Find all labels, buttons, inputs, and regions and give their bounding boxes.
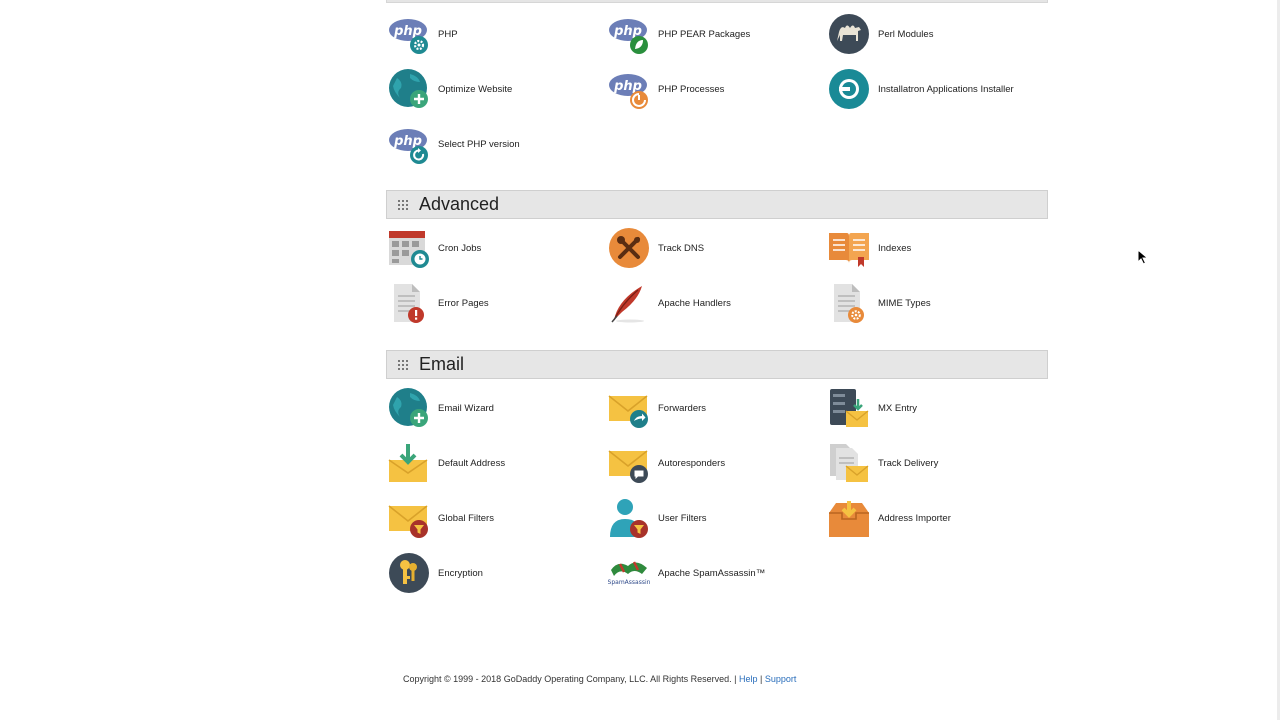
spamassassin-logo-icon: SpamAssassin [608,552,650,594]
support-link[interactable]: Support [765,674,797,684]
mouse-cursor-icon [1137,249,1149,265]
tool-label: MX Entry [878,402,918,414]
tool-label: Perl Modules [878,28,934,40]
envelope-filter-icon [388,497,430,539]
tool-apache-spamassassin[interactable]: SpamAssassin Apache SpamAssassin™ [608,551,765,595]
installatron-icon [828,68,870,110]
tool-label: Global Filters [438,512,494,524]
tool-email-wizard[interactable]: Email Wizard [388,386,494,430]
document-error-icon [388,282,430,324]
tool-installatron[interactable]: Installatron Applications Installer [828,67,1014,111]
tool-label: Autoresponders [658,457,726,469]
tool-label: Track DNS [658,242,705,254]
tool-label: PHP [438,28,458,40]
tool-label: Optimize Website [438,83,513,95]
book-icon [828,227,870,269]
tool-label: Apache SpamAssassin™ [658,567,766,579]
section-title: Advanced [419,194,500,214]
software-section-bottom-edge [386,0,1048,3]
section-header-advanced[interactable]: Advanced [386,190,1048,219]
tool-label: Error Pages [438,297,489,309]
tool-select-php-version[interactable]: php Select PHP version [388,122,520,166]
documents-envelope-icon [828,442,870,484]
user-filter-icon [608,497,650,539]
tool-track-delivery[interactable]: Track Delivery [828,441,938,485]
tool-label: Email Wizard [438,402,494,414]
tool-label: User Filters [658,512,707,524]
tool-error-pages[interactable]: Error Pages [388,281,489,325]
tool-label: Installatron Applications Installer [878,83,1014,95]
tool-address-importer[interactable]: Address Importer [828,496,951,540]
tool-label: Indexes [878,242,912,254]
footer-separator: | [734,674,737,684]
server-envelope-icon [828,387,870,429]
camel-icon [828,13,870,55]
tool-label: Address Importer [878,512,951,524]
tool-mime-types[interactable]: MIME Types [828,281,931,325]
drag-handle-icon[interactable] [397,199,409,211]
calendar-clock-icon [388,227,430,269]
globe-plus-icon [388,68,430,110]
tools-icon [608,227,650,269]
tool-label: MIME Types [878,297,931,309]
globe-plus-icon [388,387,430,429]
php-gear-icon: php [388,13,430,55]
tool-label: Apache Handlers [658,297,731,309]
tool-indexes[interactable]: Indexes [828,226,911,270]
envelope-download-icon [388,442,430,484]
document-gear-icon [828,282,870,324]
tool-track-dns[interactable]: Track DNS [608,226,704,270]
tool-global-filters[interactable]: Global Filters [388,496,494,540]
tool-autoresponders[interactable]: Autoresponders [608,441,725,485]
box-import-icon [828,497,870,539]
footer-separator: | [760,674,763,684]
copyright-text: Copyright © 1999 - 2018 GoDaddy Operatin… [403,674,732,684]
tool-optimize-website[interactable]: Optimize Website [388,67,512,111]
tool-label: PHP PEAR Packages [658,28,751,40]
tool-user-filters[interactable]: User Filters [608,496,707,540]
tool-encryption[interactable]: Encryption [388,551,483,595]
help-link[interactable]: Help [739,674,758,684]
drag-handle-icon[interactable] [397,359,409,371]
section-header-email[interactable]: Email [386,350,1048,379]
tool-perl-modules[interactable]: Perl Modules [828,12,933,56]
tool-php-pear-packages[interactable]: php PHP PEAR Packages [608,12,750,56]
tool-label: PHP Processes [658,83,725,95]
section-title: Email [419,354,465,374]
svg-text:SpamAssassin: SpamAssassin [608,579,650,586]
tool-apache-handlers[interactable]: Apache Handlers [608,281,731,325]
tool-label: Track Delivery [878,457,939,469]
tool-php-processes[interactable]: php PHP Processes [608,67,724,111]
tool-cron-jobs[interactable]: Cron Jobs [388,226,481,270]
feather-icon [608,282,650,324]
tool-php[interactable]: php PHP [388,12,458,56]
tool-default-address[interactable]: Default Address [388,441,505,485]
tool-label: Forwarders [658,402,707,414]
tool-forwarders[interactable]: Forwarders [608,386,706,430]
php-process-icon: php [608,68,650,110]
keys-icon [388,552,430,594]
tool-label: Cron Jobs [438,242,482,254]
tool-label: Encryption [438,567,483,579]
tool-label: Select PHP version [438,138,520,150]
envelope-chat-icon [608,442,650,484]
footer: Copyright © 1999 - 2018 GoDaddy Operatin… [403,674,796,684]
php-refresh-icon: php [388,123,430,165]
tool-mx-entry[interactable]: MX Entry [828,386,917,430]
envelope-arrow-icon [608,387,650,429]
tool-label: Default Address [438,457,506,469]
php-leaf-icon: php [608,13,650,55]
